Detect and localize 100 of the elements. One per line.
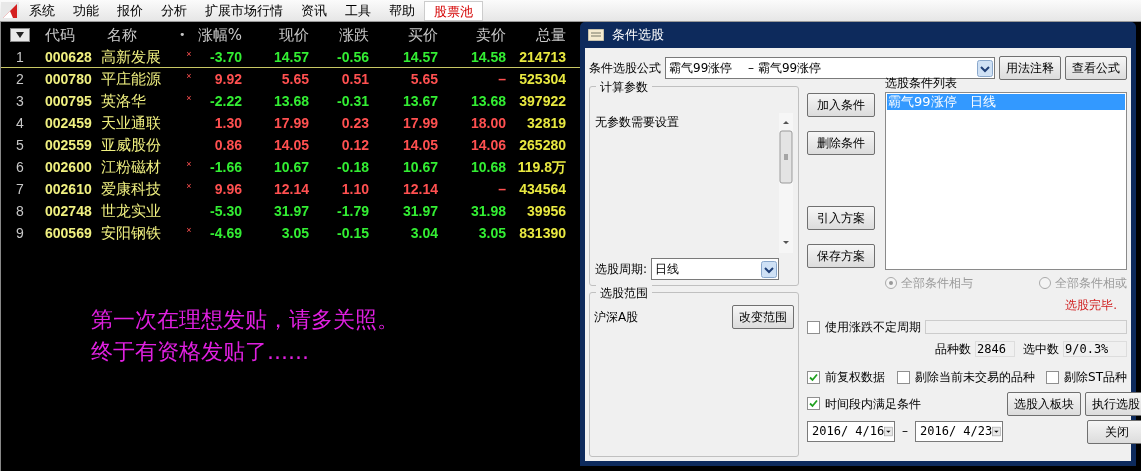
table-row[interactable]: 5 002559 亚威股份 0.86 14.05 0.12 14.05 14.06 265280: [1, 134, 580, 156]
table-row[interactable]: 6 002600 江粉磁材 × -1.66 10.67 -0.18 10.67 10.68 119.8万: [1, 156, 580, 178]
table-cell-text: 525304: [519, 69, 566, 89]
menu-item[interactable]: 报价: [108, 0, 152, 21]
import-plan-button[interactable]: 引入方案: [807, 206, 875, 230]
table-row[interactable]: 8 002748 世龙实业 -5.30 31.97 -1.79 31.97 31.98 39956: [1, 200, 580, 222]
menu-item[interactable]: 系统: [20, 0, 64, 21]
add-to-block-button[interactable]: 选股入板块: [1007, 392, 1081, 416]
table-row[interactable]: 2 000780 平庄能源 × 9.92 5.65 0.51 5.65 – 525304: [1, 68, 580, 90]
mark-text: ×: [186, 159, 192, 169]
menu-item[interactable]: 资讯: [292, 0, 336, 21]
delete-condition-button[interactable]: 删除条件: [807, 131, 875, 155]
column-header[interactable]: 代码: [39, 24, 75, 47]
row-number: 7: [15, 179, 25, 199]
change-scope-button[interactable]: 改变范围: [732, 305, 794, 329]
field-label: 选股周期:: [595, 261, 648, 278]
table-cell-text: 0.86: [214, 135, 242, 155]
menu-item[interactable]: 工具: [336, 0, 380, 21]
menu-item[interactable]: 分析: [152, 0, 196, 21]
table-cell-text: 3.04: [410, 223, 438, 243]
close-button[interactable]: 关闭: [1087, 420, 1141, 444]
app-logo-icon: [1, 1, 19, 20]
table-cell-text: -0.18: [337, 157, 369, 177]
row-number: 9: [15, 223, 25, 243]
table-cell-text: –: [498, 179, 506, 199]
table-cell-text: 13.68: [470, 91, 506, 111]
table-cell-text: -0.15: [337, 223, 369, 243]
radio-label: 全部条件相或: [1055, 275, 1127, 292]
checkbox-label: 剔除当前未交易的品种: [914, 369, 1035, 386]
column-header[interactable]: •: [179, 27, 186, 44]
checkbox-label: 剔除ST品种: [1064, 369, 1127, 386]
table-cell-text: 265280: [519, 135, 566, 155]
table-row[interactable]: 4 002459 天业通联 1.30 17.99 0.23 17.99 18.00 32819: [1, 112, 580, 134]
table-row[interactable]: 9 600569 安阳钢铁 × -4.69 3.05 -0.15 3.04 3.05 831390: [1, 222, 580, 244]
table-cell-text: 0.12: [341, 135, 369, 155]
checkbox-label: 时间段内满足条件: [825, 395, 921, 413]
table-cell-text: -3.70: [210, 47, 242, 67]
table-cell-text: -0.31: [337, 91, 369, 111]
add-condition-button[interactable]: 加入条件: [807, 93, 875, 117]
column-header[interactable]: 涨幅%: [197, 24, 242, 47]
table-cell-text: 831390: [519, 223, 566, 243]
row-number: 4: [15, 113, 25, 133]
date-field[interactable]: 2016/ 4/16: [807, 420, 895, 442]
column-header[interactable]: 买价: [408, 24, 438, 47]
row-number: 6: [15, 157, 25, 177]
table-cell-text: 000780: [44, 69, 92, 89]
radio-button[interactable]: [1039, 277, 1051, 289]
radio-label: 全部条件相与: [901, 275, 973, 292]
table-cell-text: 12.14: [402, 179, 438, 199]
table-row[interactable]: 1 000628 高新发展 × -3.70 14.57 -0.56 14.57 14.58 214713: [1, 46, 580, 68]
menu-item[interactable]: 帮助: [380, 0, 424, 21]
run-selection-button[interactable]: 执行选股: [1085, 392, 1141, 416]
table-cell-text: 31.97: [273, 201, 309, 221]
table-cell-text: 14.57: [273, 47, 309, 67]
checkbox[interactable]: [807, 370, 820, 384]
radio-button[interactable]: [885, 277, 897, 289]
table-cell-text: 9.96: [214, 179, 242, 199]
window-icon: [588, 29, 604, 41]
usage-button[interactable]: 用法注释: [999, 56, 1061, 80]
table-cell-text: 214713: [519, 47, 566, 67]
table-cell-text: 1.10: [341, 179, 369, 199]
checkbox[interactable]: [896, 370, 910, 384]
dropdown-caret-icon[interactable]: [761, 260, 778, 278]
checkbox[interactable]: [807, 397, 820, 410]
dropdown-caret-icon[interactable]: [977, 59, 993, 77]
table-cell-text: 18.00: [470, 113, 506, 133]
table-cell-text: -0.56: [337, 47, 369, 67]
view-formula-button[interactable]: 查看公式: [1065, 56, 1127, 80]
table-cell-text: 13.68: [273, 91, 309, 111]
table-cell-text: -2.22: [210, 91, 242, 111]
table-cell-text: 14.05: [273, 135, 309, 155]
period-field[interactable]: [925, 320, 1127, 334]
table-cell-text: 119.8万: [517, 157, 566, 177]
column-header[interactable]: 卖价: [476, 24, 506, 47]
date-field[interactable]: 2016/ 4/23: [915, 420, 1003, 442]
table-cell-text: 434564: [519, 179, 566, 199]
column-header[interactable]: 名称: [101, 24, 137, 47]
table-cell-text: 爱康科技: [101, 179, 161, 199]
dropdown-toggle-icon[interactable]: [10, 28, 30, 43]
column-header[interactable]: 现价: [279, 24, 309, 47]
column-header[interactable]: 总量: [536, 24, 566, 47]
checkbox[interactable]: [807, 320, 820, 334]
table-row[interactable]: 3 000795 英洛华 × -2.22 13.68 -0.31 13.67 13.68 397922: [1, 90, 580, 112]
menu-item[interactable]: 功能: [64, 0, 108, 21]
column-header[interactable]: 涨跌: [339, 24, 369, 47]
table-row[interactable]: 7 002610 爱康科技 × 9.96 12.14 1.10 12.14 – 434564: [1, 178, 580, 200]
table-cell-text: 天业通联: [101, 113, 161, 133]
checkbox-label: 前复权数据: [825, 369, 885, 386]
period-select[interactable]: 日线: [651, 258, 780, 280]
menu-item[interactable]: 股票池: [424, 0, 483, 21]
table-cell-text: –: [498, 69, 506, 89]
menu-item[interactable]: 扩展市场行情: [196, 0, 292, 21]
table-cell-text: 0.23: [341, 113, 369, 133]
table-cell-text: 39956: [527, 201, 566, 221]
table-cell-text: 英洛华: [101, 91, 146, 111]
checkbox-label: 使用涨跌不定周期: [825, 319, 921, 336]
save-plan-button[interactable]: 保存方案: [807, 244, 875, 268]
checkbox[interactable]: [1046, 370, 1060, 384]
table-cell-text: 0.51: [341, 69, 369, 89]
table-cell-text: 高新发展: [101, 47, 161, 67]
